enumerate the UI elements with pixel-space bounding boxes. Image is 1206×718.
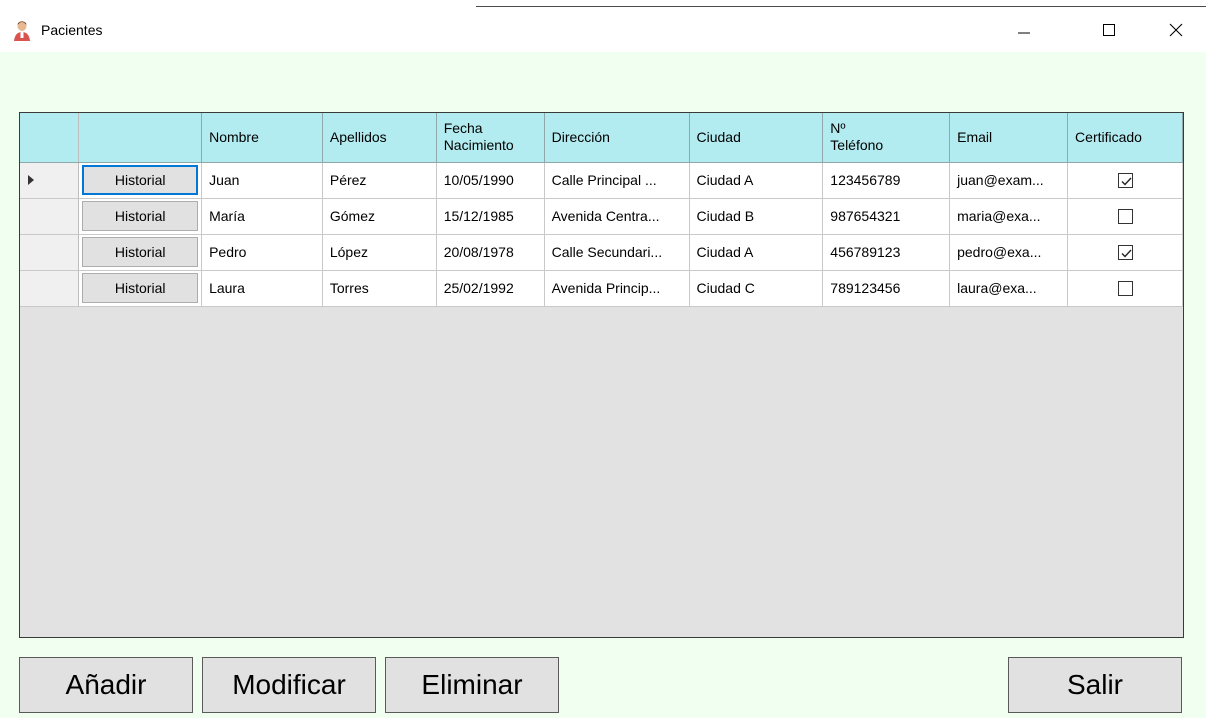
historial-button[interactable]: Historial xyxy=(82,201,199,231)
historial-button[interactable]: Historial xyxy=(82,273,199,303)
historial-button[interactable]: Historial xyxy=(82,165,199,195)
column-header-telefono[interactable]: Nº Teléfono xyxy=(822,113,951,163)
column-header-fecha-nacimiento[interactable]: Fecha Nacimiento xyxy=(436,113,545,163)
cell-apellidos[interactable]: Torres xyxy=(322,270,437,307)
certificado-checkbox[interactable] xyxy=(1117,281,1133,297)
cell-telefono[interactable]: 123456789 xyxy=(822,162,951,199)
cell-direccion[interactable]: Calle Principal ... xyxy=(544,162,690,199)
column-header-apellidos[interactable]: Apellidos xyxy=(322,113,437,163)
row-header[interactable] xyxy=(20,234,80,271)
cell-email[interactable]: laura@exa... xyxy=(949,270,1069,307)
historial-button[interactable]: Historial xyxy=(82,237,199,267)
close-icon xyxy=(1169,23,1183,37)
patients-grid[interactable]: Nombre Apellidos Fecha Nacimiento Direcci… xyxy=(19,112,1184,638)
modify-button[interactable]: Modificar xyxy=(202,657,376,713)
cell-apellidos[interactable]: López xyxy=(322,234,437,271)
cell-certificado xyxy=(1067,234,1183,271)
column-header-certificado[interactable]: Certificado xyxy=(1067,113,1183,163)
cell-telefono[interactable]: 987654321 xyxy=(822,198,951,235)
historial-cell: Historial xyxy=(78,198,203,235)
cell-email[interactable]: juan@exam... xyxy=(949,162,1069,199)
cell-nombre[interactable]: Pedro xyxy=(201,234,323,271)
cell-fecha[interactable]: 15/12/1985 xyxy=(436,198,545,235)
row-header-current[interactable] xyxy=(20,162,80,199)
minimize-button[interactable] xyxy=(1001,12,1047,48)
delete-button[interactable]: Eliminar xyxy=(385,657,559,713)
minimize-icon xyxy=(1018,32,1030,34)
row-header-corner[interactable] xyxy=(20,113,80,163)
checkmark-icon xyxy=(1121,177,1132,186)
exit-button[interactable]: Salir xyxy=(1008,657,1182,713)
checkmark-icon xyxy=(1121,249,1132,258)
cell-nombre[interactable]: Laura xyxy=(201,270,323,307)
certificado-checkbox[interactable] xyxy=(1117,209,1133,225)
cell-telefono[interactable]: 789123456 xyxy=(822,270,951,307)
close-button[interactable] xyxy=(1153,12,1199,48)
certificado-checkbox[interactable] xyxy=(1117,245,1133,261)
cell-email[interactable]: pedro@exa... xyxy=(949,234,1069,271)
table-row[interactable]: Historial María Gómez 15/12/1985 Avenida… xyxy=(20,198,1183,235)
header-fecha-line1: Fecha xyxy=(443,120,483,137)
maximize-button[interactable] xyxy=(1086,12,1132,48)
table-row[interactable]: Historial Laura Torres 25/02/1992 Avenid… xyxy=(20,270,1183,307)
column-header-historial[interactable] xyxy=(78,113,203,163)
cell-nombre[interactable]: María xyxy=(201,198,323,235)
cell-fecha[interactable]: 25/02/1992 xyxy=(436,270,545,307)
title-bar: Pacientes xyxy=(0,0,1206,52)
cell-direccion[interactable]: Avenida Centra... xyxy=(544,198,690,235)
table-row[interactable]: Historial Pedro López 20/08/1978 Calle S… xyxy=(20,234,1183,271)
patients-table: Nombre Apellidos Fecha Nacimiento Direcci… xyxy=(20,113,1183,307)
column-header-ciudad[interactable]: Ciudad xyxy=(689,113,824,163)
cell-ciudad[interactable]: Ciudad A xyxy=(689,234,824,271)
cell-email[interactable]: maria@exa... xyxy=(949,198,1069,235)
window-top-border xyxy=(476,6,1206,7)
row-header[interactable] xyxy=(20,270,80,307)
cell-direccion[interactable]: Avenida Princip... xyxy=(544,270,690,307)
column-header-email[interactable]: Email xyxy=(949,113,1069,163)
header-fecha-line2: Nacimiento xyxy=(443,137,514,154)
cell-apellidos[interactable]: Pérez xyxy=(322,162,437,199)
column-header-direccion[interactable]: Dirección xyxy=(544,113,690,163)
historial-cell: Historial xyxy=(78,162,203,199)
current-row-arrow-icon xyxy=(28,175,34,185)
maximize-icon xyxy=(1103,24,1115,36)
cell-certificado xyxy=(1067,162,1183,199)
historial-cell: Historial xyxy=(78,234,203,271)
cell-ciudad[interactable]: Ciudad A xyxy=(689,162,824,199)
column-header-nombre[interactable]: Nombre xyxy=(201,113,323,163)
historial-cell: Historial xyxy=(78,270,203,307)
cell-telefono[interactable]: 456789123 xyxy=(822,234,951,271)
row-header[interactable] xyxy=(20,198,80,235)
patient-user-icon xyxy=(12,20,32,42)
add-button[interactable]: Añadir xyxy=(19,657,193,713)
cell-certificado xyxy=(1067,270,1183,307)
cell-fecha[interactable]: 20/08/1978 xyxy=(436,234,545,271)
cell-ciudad[interactable]: Ciudad C xyxy=(689,270,824,307)
header-tel-line2: Teléfono xyxy=(830,137,884,154)
certificado-checkbox[interactable] xyxy=(1117,173,1133,189)
header-tel-line1: Nº xyxy=(830,120,846,137)
table-row[interactable]: Historial Juan Pérez 10/05/1990 Calle Pr… xyxy=(20,162,1183,199)
cell-fecha[interactable]: 10/05/1990 xyxy=(436,162,545,199)
header-row: Nombre Apellidos Fecha Nacimiento Direcci… xyxy=(20,113,1183,163)
cell-apellidos[interactable]: Gómez xyxy=(322,198,437,235)
cell-direccion[interactable]: Calle Secundari... xyxy=(544,234,690,271)
cell-ciudad[interactable]: Ciudad B xyxy=(689,198,824,235)
cell-nombre[interactable]: Juan xyxy=(201,162,323,199)
window-title: Pacientes xyxy=(41,22,103,38)
cell-certificado xyxy=(1067,198,1183,235)
